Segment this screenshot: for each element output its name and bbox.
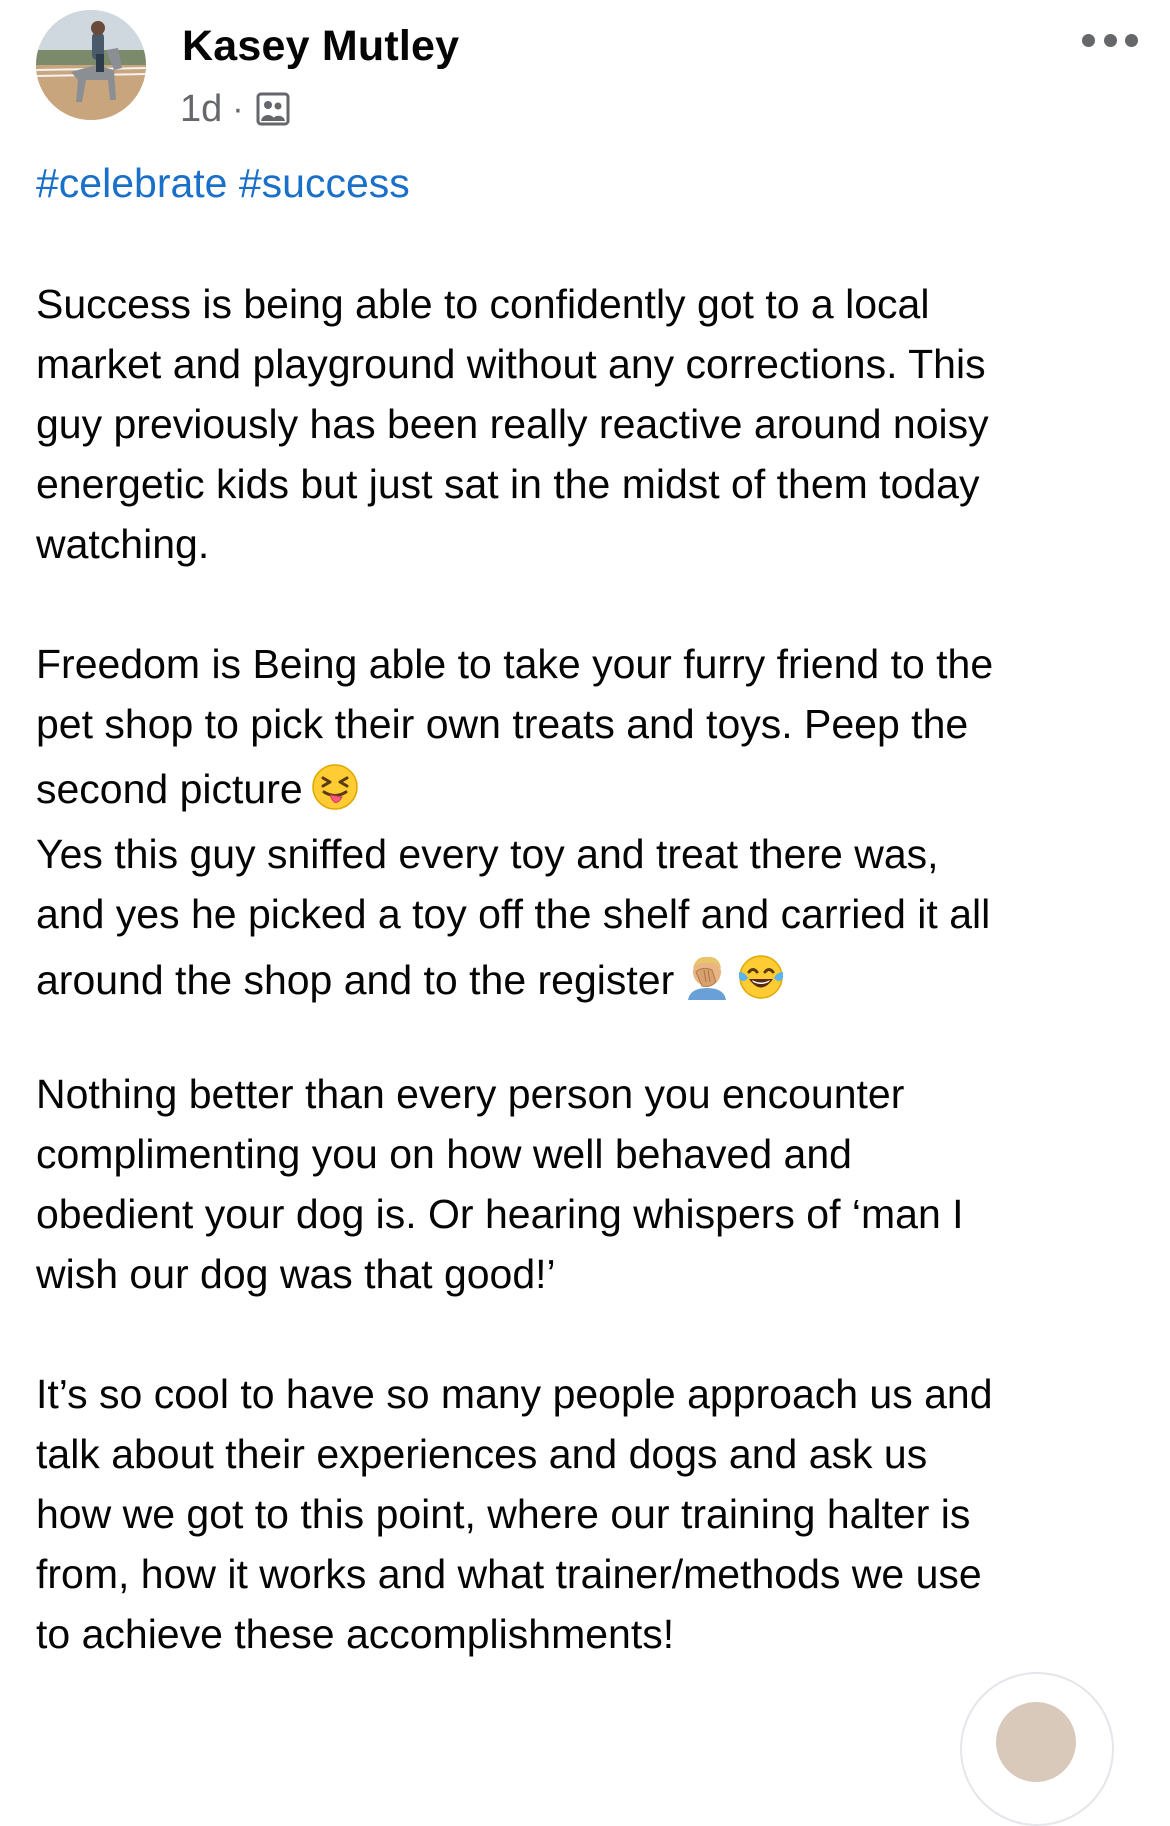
paragraph-success: Success is being able to confidently got… <box>36 274 1136 574</box>
post-header: Kasey Mutley 1d · <box>0 0 1170 150</box>
more-options-icon <box>1082 33 1095 47</box>
text-line: complimenting you on how well behaved an… <box>36 1131 852 1177</box>
group-members-icon <box>256 92 290 126</box>
hashtag-celebrate[interactable]: #celebrate <box>36 160 227 206</box>
paragraph-freedom: Freedom is Being able to take your furry… <box>36 634 1136 1016</box>
hashtags: #celebrate #success <box>36 160 410 207</box>
text-line-with-emoji: second picture <box>36 754 1136 824</box>
text-line: Nothing better than every person you enc… <box>36 1071 905 1117</box>
text-fragment: around the shop and to the register <box>36 957 675 1003</box>
text-line: Freedom is Being able to take your furry… <box>36 641 994 687</box>
text-line: how we got to this point, where our trai… <box>36 1491 971 1537</box>
author-avatar[interactable] <box>36 10 146 120</box>
text-line: pet shop to pick their own treats and to… <box>36 701 969 747</box>
author-name[interactable]: Kasey Mutley <box>182 22 459 71</box>
text-line: market and playground without any correc… <box>36 341 986 387</box>
text-line: Success is being able to confidently got… <box>36 281 930 327</box>
text-line: Yes this guy sniffed every toy and treat… <box>36 831 939 877</box>
text-line-with-emoji: around the shop and to the register <box>36 944 1136 1016</box>
text-line: wish our dog was that good!’ <box>36 1251 556 1297</box>
post-body: Success is being able to confidently got… <box>36 274 1136 1724</box>
face-palm-icon <box>682 952 732 1024</box>
paragraph-approach: It’s so cool to have so many people appr… <box>36 1364 1136 1664</box>
profile-thumbnail <box>996 1702 1076 1782</box>
post-meta: 1d · <box>180 84 290 134</box>
meta-separator: · <box>232 89 244 128</box>
text-fragment: second picture <box>36 766 303 812</box>
text-line: obedient your dog is. Or hearing whisper… <box>36 1191 964 1237</box>
paragraph-compliments: Nothing better than every person you enc… <box>36 1064 1136 1304</box>
floating-profile-button[interactable] <box>960 1672 1114 1826</box>
text-line: to achieve these accomplishments! <box>36 1611 675 1657</box>
text-line: and yes he picked a toy off the shelf an… <box>36 891 991 937</box>
text-line: from, how it works and what trainer/meth… <box>36 1551 982 1597</box>
more-options-button[interactable] <box>1082 28 1138 52</box>
text-line: It’s so cool to have so many people appr… <box>36 1371 993 1417</box>
text-line: watching. <box>36 521 210 567</box>
text-line: guy previously has been really reactive … <box>36 401 989 447</box>
squinting-face-with-tongue-icon <box>311 762 359 832</box>
post-timestamp[interactable]: 1d <box>180 88 222 131</box>
text-line: talk about their experiences and dogs an… <box>36 1431 928 1477</box>
face-with-tears-of-joy-icon <box>736 952 786 1024</box>
hashtag-success[interactable]: #success <box>239 160 410 206</box>
avatar-photo <box>36 10 146 120</box>
text-line: energetic kids but just sat in the midst… <box>36 461 980 507</box>
